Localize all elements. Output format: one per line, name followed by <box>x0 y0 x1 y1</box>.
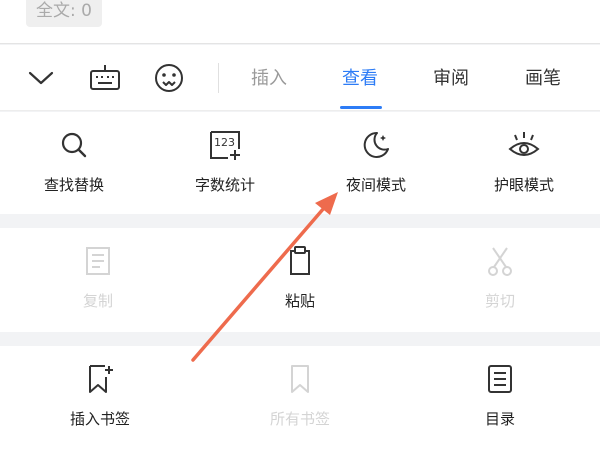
eye-care-button[interactable]: 护眼模式 <box>464 128 584 195</box>
copy-button[interactable]: 复制 <box>38 244 158 311</box>
edit-tools-panel: 复制 粘贴 剪切 <box>0 228 600 332</box>
copy-label: 复制 <box>82 292 113 310</box>
cut-button[interactable]: 剪切 <box>440 244 560 311</box>
tab-insert[interactable]: 插入 <box>237 64 301 90</box>
paste-button[interactable]: 粘贴 <box>240 244 360 311</box>
search-icon <box>14 128 134 162</box>
all-bookmarks-label: 所有书签 <box>269 410 330 428</box>
word-count-icon-text: 123 <box>214 136 235 149</box>
clipboard-icon <box>240 244 360 278</box>
emoji-face-icon[interactable] <box>152 61 186 95</box>
insert-bookmark-button[interactable]: 插入书签 <box>40 362 160 429</box>
list-icon <box>440 362 560 396</box>
collapse-chevron-icon[interactable] <box>24 61 58 95</box>
eye-icon <box>464 128 584 162</box>
toc-label: 目录 <box>484 410 515 428</box>
night-mode-label: 夜间模式 <box>345 176 406 194</box>
tab-view[interactable]: 查看 <box>328 64 392 90</box>
add-bookmark-icon <box>40 362 160 396</box>
find-replace-button[interactable]: 查找替换 <box>14 128 134 195</box>
toc-button[interactable]: 目录 <box>440 362 560 429</box>
paste-label: 粘贴 <box>284 292 315 310</box>
bookmark-tools-panel: 插入书签 所有书签 目录 <box>0 346 600 450</box>
view-tools-panel: 查找替换 123 字数统计 夜间模式 护眼模式 <box>0 112 600 214</box>
night-mode-button[interactable]: 夜间模式 <box>316 128 436 195</box>
keyboard-icon[interactable] <box>88 61 122 95</box>
insert-bookmark-label: 插入书签 <box>69 410 130 428</box>
word-stats-button[interactable]: 123 字数统计 <box>165 128 285 195</box>
ribbon-toolbar: 插入 查看 审阅 画笔 <box>0 45 600 111</box>
bookmark-icon <box>240 362 360 396</box>
eye-care-label: 护眼模式 <box>493 176 554 194</box>
active-tab-indicator <box>340 106 382 109</box>
moon-icon <box>316 128 436 162</box>
find-replace-label: 查找替换 <box>43 176 104 194</box>
tab-review[interactable]: 审阅 <box>419 64 483 90</box>
all-bookmarks-button[interactable]: 所有书签 <box>240 362 360 429</box>
status-strip: 全文: 0 <box>0 0 600 44</box>
scissors-icon <box>440 244 560 278</box>
cut-label: 剪切 <box>484 292 515 310</box>
tab-pen[interactable]: 画笔 <box>511 64 575 90</box>
toolbar-divider <box>218 63 219 93</box>
word-count-123-icon: 123 <box>165 128 285 162</box>
copy-icon <box>38 244 158 278</box>
word-count: 全文: 0 <box>26 0 102 27</box>
word-stats-label: 字数统计 <box>194 176 255 194</box>
